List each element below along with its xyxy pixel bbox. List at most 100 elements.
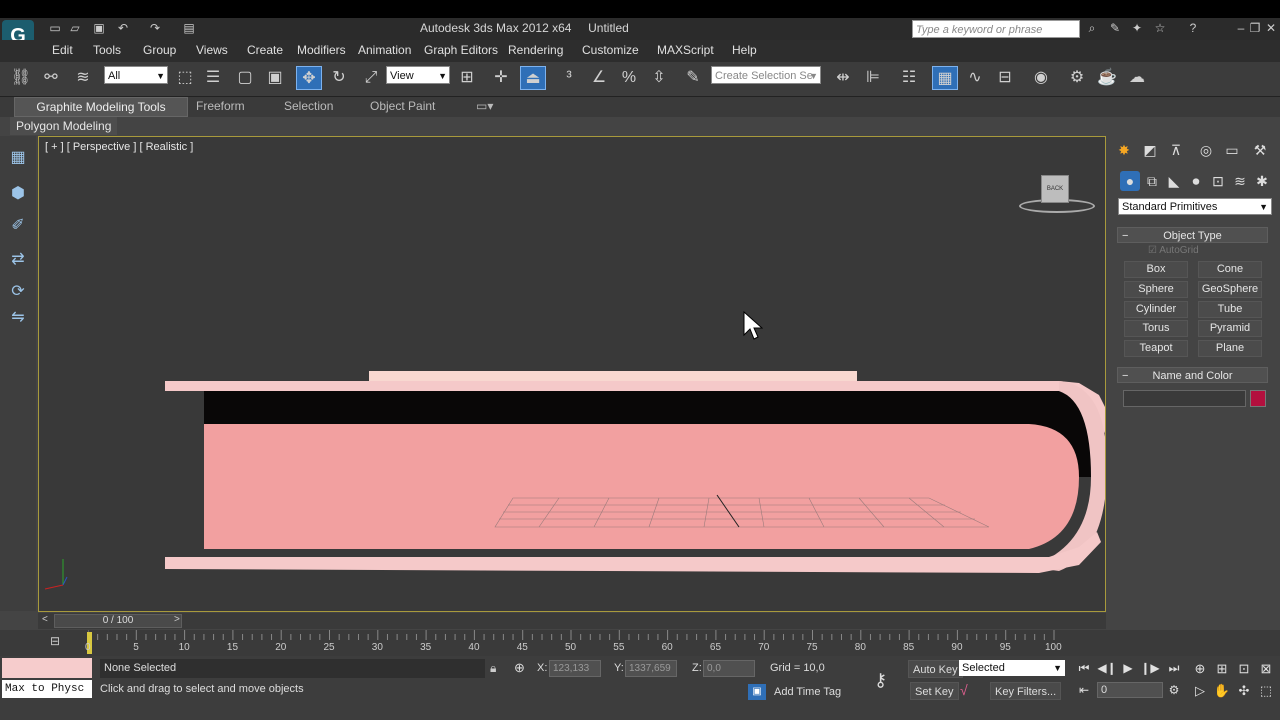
go-to-start-icon[interactable]: ⏮ [1074, 661, 1094, 676]
menu-group[interactable]: Group [143, 43, 176, 57]
next-frame-icon[interactable]: ❙▶ [1140, 661, 1160, 675]
field-of-view-icon[interactable]: ▷ [1190, 683, 1210, 699]
key-tangent-icon[interactable]: √ [960, 682, 968, 698]
time-slider-handle[interactable]: 0 / 100 [54, 614, 182, 628]
display-tab-icon[interactable]: ▭ [1222, 140, 1242, 160]
hierarchy-tab-icon[interactable]: ⊼ [1166, 140, 1186, 160]
scene-objects-icon[interactable]: ⬢ [6, 182, 30, 206]
select-and-rotate-icon[interactable]: ↻ [326, 66, 352, 90]
reference-coordinate-dropdown[interactable]: View ▼ [386, 66, 450, 84]
geometry-icon[interactable]: ● [1120, 171, 1140, 191]
autogrid-checkbox[interactable]: ☑ AutoGrid [1148, 245, 1199, 256]
restore-icon[interactable]: ❐ [1248, 21, 1262, 35]
go-to-end-icon[interactable]: ⏭ [1164, 661, 1184, 676]
rotate-tool-icon[interactable]: ⟳ [6, 280, 30, 304]
select-by-name-icon[interactable]: ☰ [200, 66, 226, 90]
menu-customize[interactable]: Customize [582, 43, 639, 57]
maximize-viewport-icon[interactable]: ⬚ [1256, 683, 1276, 699]
subscription-icon[interactable]: ✎ [1108, 21, 1122, 35]
zoom-extents-all-icon[interactable]: ⊠ [1256, 661, 1276, 677]
material-editor-icon[interactable]: ◉ [1028, 66, 1054, 90]
box-button[interactable]: Box [1124, 261, 1188, 278]
ribbon-options-icon[interactable]: ▭▾ [470, 97, 499, 115]
select-and-move-icon[interactable]: ✥ [296, 66, 322, 90]
unlink-icon[interactable]: ⚯ [38, 66, 64, 90]
previous-frame-icon[interactable]: ◀❙ [1097, 661, 1117, 675]
menu-maxscript[interactable]: MAXScript [657, 43, 714, 57]
plane-button[interactable]: Plane [1198, 340, 1262, 357]
bind-space-warp-icon[interactable]: ≋ [70, 66, 96, 90]
set-key-button[interactable]: Set Key [910, 682, 959, 700]
current-frame-field[interactable]: 0 [1097, 682, 1163, 698]
new-file-icon[interactable]: ▭ [48, 21, 62, 35]
torus-button[interactable]: Torus [1124, 320, 1188, 337]
object-color-swatch[interactable] [1250, 390, 1266, 407]
cameras-icon[interactable]: ⏺ [1186, 171, 1206, 191]
maxscript-mini-listener-pink[interactable] [2, 658, 92, 678]
schematic-view-icon[interactable]: ⊟ [992, 66, 1018, 90]
time-next-icon[interactable]: > [174, 614, 180, 625]
snaps-toggle-icon[interactable]: ³ [556, 66, 582, 90]
mini-curve-editor-icon[interactable]: ⊟ [50, 634, 66, 648]
search-input[interactable]: Type a keyword or phrase [912, 20, 1080, 38]
auto-key-button[interactable]: Auto Key [908, 660, 963, 678]
mirror-icon[interactable]: ⇹ [830, 66, 856, 90]
menu-graph-editors[interactable]: Graph Editors [424, 43, 498, 57]
create-tab-icon[interactable]: ✸ [1114, 140, 1134, 160]
object-name-field[interactable] [1123, 390, 1246, 407]
scale-tool-icon[interactable]: ⇋ [6, 306, 30, 330]
key-filters-button[interactable]: Key Filters... [990, 682, 1062, 700]
x-coordinate-field[interactable]: 123,133 [549, 660, 601, 677]
y-coordinate-field[interactable]: 1337,659 [625, 660, 677, 677]
key-mode-dropdown[interactable]: Selected ▼ [959, 660, 1065, 676]
graphite-toggle-icon[interactable]: ▦ [932, 66, 958, 90]
paint-brush-icon[interactable]: ✐ [6, 214, 30, 238]
select-object-icon[interactable]: ⬚ [172, 66, 198, 90]
helpers-icon[interactable]: ⊡ [1208, 171, 1228, 191]
tube-button[interactable]: Tube [1198, 301, 1262, 318]
menu-views[interactable]: Views [196, 43, 228, 57]
communication-icon[interactable]: ✦ [1130, 21, 1144, 35]
add-time-tag[interactable]: Add Time Tag [774, 686, 841, 698]
zoom-icon[interactable]: ⊕ [1190, 661, 1210, 677]
set-key-icon[interactable]: ⚷ [874, 670, 887, 691]
binoculars-icon[interactable]: ⌕ [1085, 21, 1099, 35]
save-icon[interactable]: ▣ [92, 21, 106, 35]
time-prev-icon[interactable]: < [42, 614, 48, 625]
play-icon[interactable]: ▶ [1118, 661, 1138, 675]
help-icon[interactable]: ? [1186, 21, 1200, 35]
name-and-color-rollout[interactable]: − Name and Color [1117, 367, 1268, 383]
teapot-button[interactable]: Teapot [1124, 340, 1188, 357]
time-slider[interactable] [38, 613, 1106, 629]
systems-icon[interactable]: ✱ [1252, 171, 1272, 191]
menu-help[interactable]: Help [732, 43, 757, 57]
tab-object-paint[interactable]: Object Paint [364, 97, 441, 115]
render-setup-icon[interactable]: ⚙ [1064, 66, 1090, 90]
object-type-rollout[interactable]: − Object Type [1117, 227, 1268, 243]
z-coordinate-field[interactable]: 0,0 [703, 660, 755, 677]
layer-manager-icon[interactable]: ☷ [896, 66, 922, 90]
pan-icon[interactable]: ✋ [1212, 683, 1232, 699]
rectangular-selection-icon[interactable]: ▢ [232, 66, 258, 90]
select-and-link-icon[interactable]: ⛓ [8, 66, 34, 90]
align-icon[interactable]: ⊫ [860, 66, 886, 90]
sphere-button[interactable]: Sphere [1124, 281, 1188, 298]
spinner-snap-icon[interactable]: ⇳ [646, 66, 672, 90]
cylinder-button[interactable]: Cylinder [1124, 301, 1188, 318]
perspective-viewport[interactable]: [ + ] [ Perspective ] [ Realistic ] BACK [38, 136, 1106, 612]
menu-tools[interactable]: Tools [93, 43, 121, 57]
menu-rendering[interactable]: Rendering [508, 43, 563, 57]
menu-edit[interactable]: Edit [52, 43, 73, 57]
select-and-scale-icon[interactable]: ⤢ [358, 66, 384, 90]
selection-filter-dropdown[interactable]: All ▼ [104, 66, 168, 84]
select-manipulate-icon[interactable]: ✛ [488, 66, 514, 90]
edit-named-selection-icon[interactable]: ✎ [680, 66, 706, 90]
lights-icon[interactable]: ◣ [1164, 171, 1184, 191]
render-production-icon[interactable]: ☁ [1124, 66, 1150, 90]
cone-button[interactable]: Cone [1198, 261, 1262, 278]
project-folder-icon[interactable]: ▤ [182, 21, 196, 35]
zoom-all-icon[interactable]: ⊞ [1212, 661, 1232, 677]
menu-animation[interactable]: Animation [358, 43, 411, 57]
modify-tab-icon[interactable]: ◩ [1140, 140, 1160, 160]
undo-icon[interactable]: ↶ [116, 21, 130, 35]
